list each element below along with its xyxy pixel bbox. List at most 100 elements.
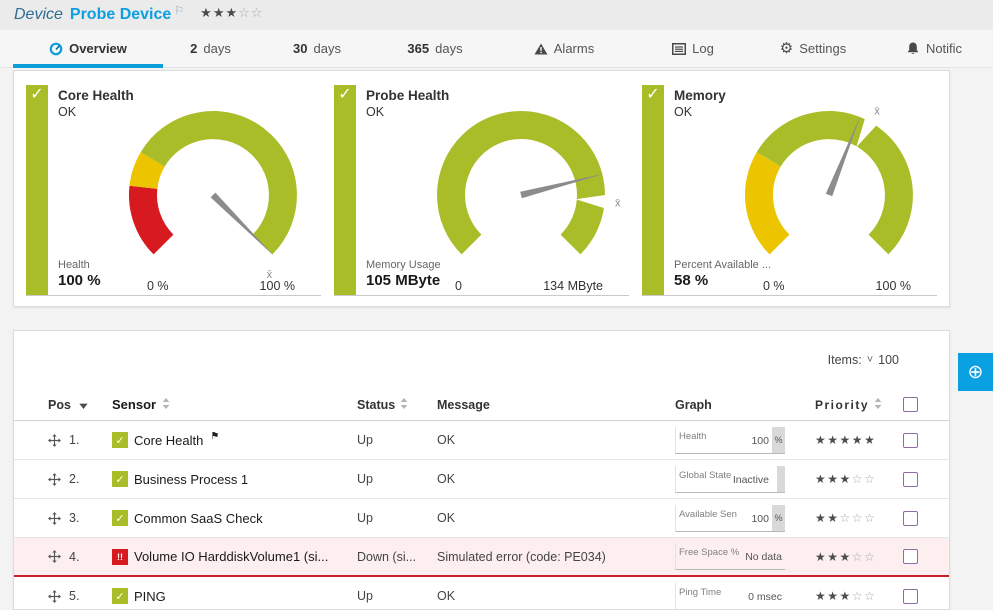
table-row: 3.✓Common SaaS CheckUpOKAvailable Sen100…	[14, 499, 949, 538]
gauge-chart[interactable]: x̄	[107, 101, 321, 271]
sort-both-icon	[162, 397, 170, 412]
check-icon: ✓	[30, 86, 43, 103]
sensor-name-link[interactable]: PING	[134, 589, 166, 604]
gauge-title: Memory	[674, 88, 726, 103]
star-empty-icon: ☆	[251, 5, 264, 20]
gauge-metric: Memory Usage105 MByte	[366, 259, 441, 289]
table-row: 1.✓Core Health⚑UpOKHealth100%★★★★★	[14, 421, 949, 460]
mini-graph[interactable]: Health100%	[675, 427, 785, 454]
flag-icon[interactable]: ⚐	[174, 4, 184, 17]
move-handle-icon[interactable]	[48, 550, 61, 563]
gauge-scale: 0134 MByte	[415, 279, 629, 293]
priority-stars[interactable]: ★★★★★	[815, 433, 903, 447]
column-header-sensor[interactable]: Sensor	[112, 397, 357, 412]
tab-days[interactable]: 2days	[163, 30, 258, 67]
log-icon	[672, 43, 686, 55]
row-checkbox[interactable]	[903, 549, 918, 564]
device-name[interactable]: Probe Device	[70, 6, 171, 24]
graph-cell: Ping Time0 msec	[675, 583, 815, 610]
row-checkbox[interactable]	[903, 433, 918, 448]
sensor-name-link[interactable]: Business Process 1	[134, 472, 248, 487]
table-row: 2.✓Business Process 1UpOKGlobal StateIna…	[14, 460, 949, 499]
add-button[interactable]: ⊕	[958, 353, 993, 391]
star-filled-icon: ★	[200, 5, 213, 20]
graph-unit: %	[772, 427, 785, 453]
mini-graph[interactable]: Global StateInactive	[675, 466, 785, 493]
tab-settings[interactable]: ⚙Settings	[752, 30, 874, 67]
star-filled-icon: ★	[852, 433, 864, 447]
star-empty-icon: ☆	[852, 550, 864, 564]
move-handle-icon[interactable]	[48, 434, 61, 447]
bell-icon	[906, 42, 920, 55]
sensor-name-link[interactable]: Common SaaS Check	[134, 511, 263, 526]
items-label: Items:	[828, 353, 862, 367]
scale-max: 100 %	[260, 279, 295, 293]
tab-notific[interactable]: Notific	[874, 30, 993, 67]
column-header-pos[interactable]: Pos	[48, 398, 112, 412]
priority-stars[interactable]: ★★☆☆☆	[815, 511, 903, 525]
tab-label: Alarms	[554, 41, 594, 56]
sensor-name-link[interactable]: Core Health	[134, 433, 203, 448]
graph-value: Inactive	[733, 474, 769, 486]
mini-graph[interactable]: Available Sen100%	[675, 505, 785, 532]
star-empty-icon: ☆	[852, 589, 864, 603]
message-cell: OK	[437, 511, 675, 525]
gear-icon: ⚙	[780, 41, 793, 56]
sensor-table-card: Items: ˅ 100 PosSensor Status Message Graph…	[13, 330, 950, 610]
mini-graph[interactable]: Ping Time0 msec	[675, 583, 785, 610]
star-filled-icon: ★	[815, 550, 827, 564]
tab-bar: Overview 2days30days365days Alarms Log⚙Sett…	[0, 30, 993, 68]
move-handle-icon[interactable]	[48, 512, 61, 525]
column-header-status[interactable]: Status	[357, 398, 437, 412]
sort-both-icon	[400, 398, 408, 412]
star-filled-icon: ★	[840, 550, 852, 564]
device-priority-rating[interactable]: ★★★☆☆	[200, 5, 263, 21]
graph-unit	[777, 466, 785, 492]
priority-stars[interactable]: ★★★☆☆	[815, 589, 903, 603]
tab-days[interactable]: 30days	[258, 30, 376, 67]
select-all-checkbox[interactable]	[903, 397, 918, 412]
items-count: 100	[878, 353, 899, 367]
gauge-metric: Percent Available ...58 %	[674, 259, 771, 289]
tab-label: days	[435, 41, 462, 56]
sensor-name-link[interactable]: Volume IO HarddiskVolume1 (si...	[134, 549, 328, 564]
row-checkbox[interactable]	[903, 511, 918, 526]
gauge-chart[interactable]: x̄	[415, 101, 629, 271]
star-empty-icon: ☆	[238, 5, 251, 20]
graph-cell: Health100%	[675, 427, 815, 454]
row-checkbox-cell	[903, 589, 939, 604]
row-checkbox[interactable]	[903, 472, 918, 487]
gauge-status: OK	[58, 105, 76, 119]
gauge-chart[interactable]: x̄	[723, 101, 937, 271]
column-label: Message	[437, 398, 490, 412]
column-label: Status	[357, 398, 395, 412]
row-checkbox[interactable]	[903, 589, 918, 604]
tab-label: Overview	[69, 41, 127, 56]
graph-value: 0 msec	[748, 591, 782, 603]
pos-number: 2.	[69, 472, 79, 486]
row-checkbox-cell	[903, 549, 939, 564]
star-empty-icon: ☆	[840, 511, 852, 525]
star-filled-icon: ★	[827, 550, 839, 564]
column-header-priority[interactable]: Priority	[815, 398, 903, 412]
priority-stars[interactable]: ★★★☆☆	[815, 550, 903, 564]
message-cell: OK	[437, 589, 675, 603]
gauge-scale: 0 %100 %	[107, 279, 321, 293]
column-label: Graph	[675, 398, 712, 412]
tab-days[interactable]: 365days	[376, 30, 494, 67]
column-label: Sensor	[112, 397, 156, 412]
sort-both-icon	[874, 398, 882, 412]
sort-desc-icon	[79, 398, 88, 412]
tab-alarms[interactable]: Alarms	[494, 30, 634, 67]
move-handle-icon[interactable]	[48, 473, 61, 486]
priority-stars[interactable]: ★★★☆☆	[815, 472, 903, 486]
status-cell: Up	[357, 433, 437, 447]
metric-value: 100 %	[58, 272, 101, 289]
tab-overview[interactable]: Overview	[13, 30, 163, 67]
mini-graph[interactable]: Free Space %No data	[675, 543, 785, 570]
move-handle-icon[interactable]	[48, 590, 61, 603]
tab-log[interactable]: Log	[634, 30, 752, 67]
items-count-control[interactable]: Items: ˅ 100	[828, 353, 899, 367]
row-checkbox-cell	[903, 433, 939, 448]
graph-unit: %	[772, 505, 785, 531]
